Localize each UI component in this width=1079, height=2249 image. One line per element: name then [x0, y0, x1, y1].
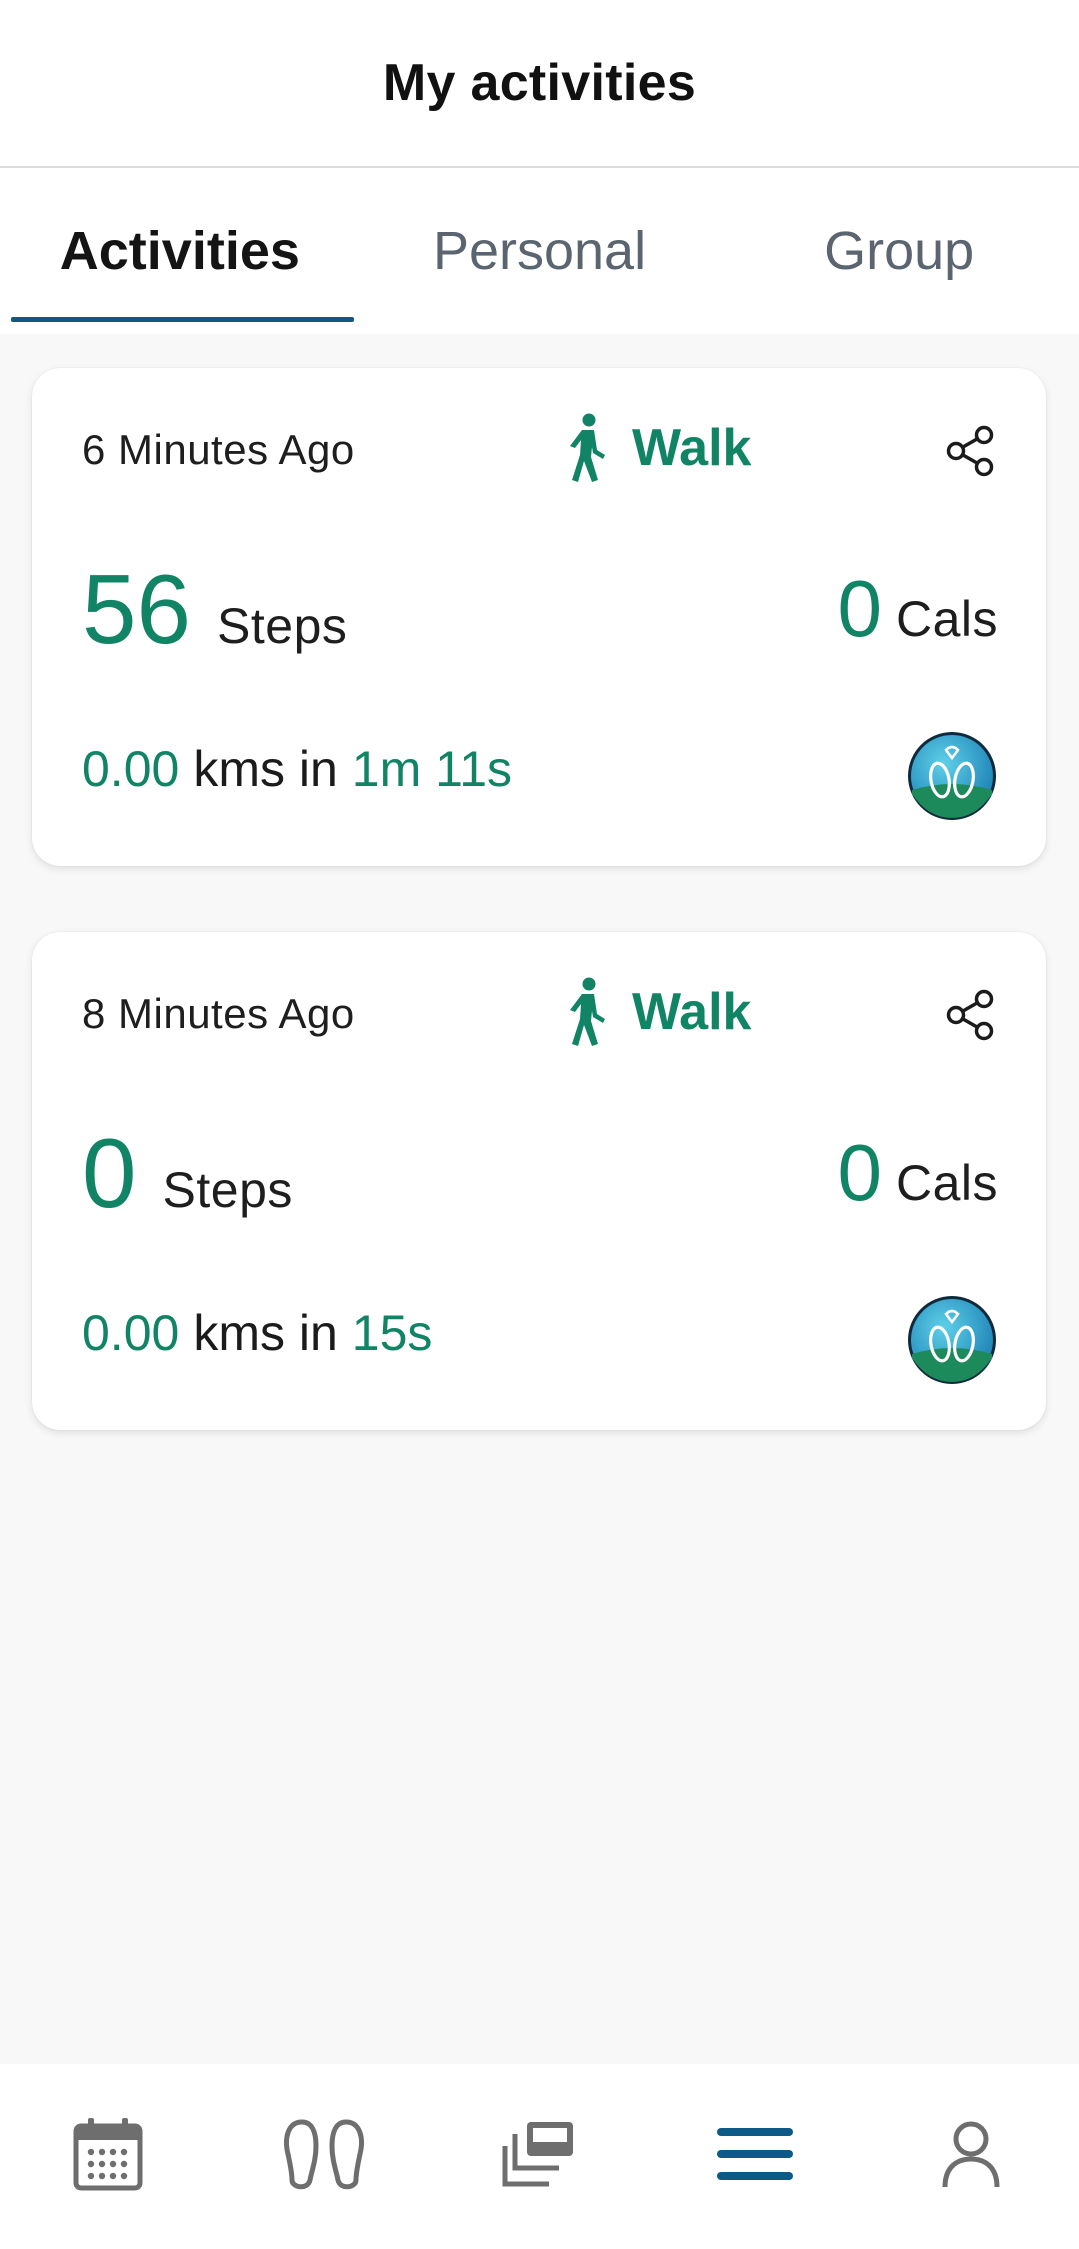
tab-group-label: Group [824, 221, 975, 281]
tab-personal[interactable]: Personal [360, 168, 720, 334]
steps-label: Steps [217, 598, 348, 654]
profile-icon [941, 2119, 1001, 2194]
distance-value: 0.00 [82, 1305, 180, 1361]
activity-time-ago: 6 Minutes Ago [82, 426, 355, 473]
duration-value: 1m 11s [351, 741, 513, 797]
bottom-navigation [0, 2064, 1079, 2249]
share-icon[interactable] [944, 424, 998, 478]
nav-gallery[interactable] [479, 2097, 599, 2217]
steps-stat: 0 Steps [82, 1117, 293, 1230]
tab-bar: Activities Personal Group [0, 168, 1079, 334]
calories-value: 0 [837, 564, 882, 653]
activity-type: Walk [564, 977, 751, 1047]
activity-type-label: Walk [632, 419, 752, 477]
app: My activities Activities Personal Group … [0, 0, 1079, 2249]
distance-value: 0.00 [82, 741, 180, 797]
tab-activities-label: Activities [59, 221, 300, 281]
header-bar: My activities [0, 0, 1079, 168]
page-title: My activities [382, 54, 697, 112]
steps-value: 0 [82, 1118, 137, 1228]
tab-group[interactable]: Group [719, 168, 1079, 334]
footprints-icon [278, 2116, 370, 2197]
distance-unit-text: kms in [193, 1305, 338, 1361]
tab-activities[interactable]: Activities [0, 168, 360, 334]
activity-card[interactable]: 8 Minutes Ago Walk 0 Steps 0 Cals 0.00 k… [32, 932, 1046, 1430]
duration-value: 15s [351, 1305, 433, 1361]
tab-personal-label: Personal [432, 221, 647, 281]
walking-person-icon [564, 413, 610, 483]
calories-stat: 0 Cals [837, 563, 998, 655]
steps-value: 56 [82, 554, 192, 664]
walk-badge-icon [906, 1294, 998, 1386]
calories-label: Cals [895, 1155, 998, 1211]
activity-card[interactable]: 6 Minutes Ago Walk 56 Steps 0 Cals 0.00 … [32, 368, 1046, 866]
calories-value: 0 [837, 1128, 882, 1217]
gallery-icon [499, 2118, 579, 2195]
nav-profile[interactable] [911, 2097, 1031, 2217]
walk-badge-icon [906, 730, 998, 822]
calories-label: Cals [895, 591, 998, 647]
activity-type: Walk [564, 413, 751, 483]
activity-type-label: Walk [632, 983, 752, 1041]
calories-stat: 0 Cals [837, 1127, 998, 1219]
distance-unit-text: kms in [193, 741, 338, 797]
menu-icon [715, 2124, 795, 2189]
walking-person-icon [564, 977, 610, 1047]
distance-summary: 0.00 kms in 15s [82, 1304, 432, 1362]
share-icon[interactable] [944, 988, 998, 1042]
nav-steps[interactable] [264, 2097, 384, 2217]
nav-calendar[interactable] [48, 2097, 168, 2217]
steps-stat: 56 Steps [82, 553, 347, 666]
activity-time-ago: 8 Minutes Ago [82, 990, 355, 1037]
calendar-icon [72, 2116, 144, 2197]
steps-label: Steps [162, 1162, 293, 1218]
nav-menu[interactable] [695, 2097, 815, 2217]
distance-summary: 0.00 kms in 1m 11s [82, 740, 512, 798]
